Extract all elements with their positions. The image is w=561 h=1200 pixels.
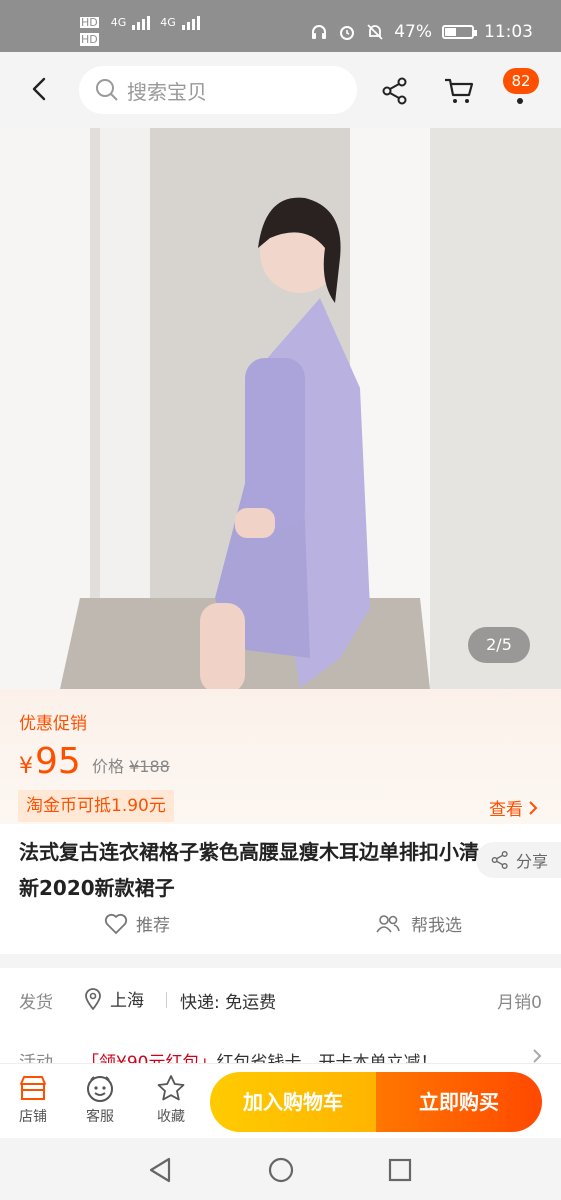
nav-home-icon[interactable]: [267, 1156, 295, 1184]
hd-indicator: HD: [80, 15, 99, 29]
chevron-right-icon: [529, 800, 538, 815]
cart-icon[interactable]: [443, 76, 475, 106]
nav-recents-icon[interactable]: [387, 1157, 413, 1183]
service-face-icon: [87, 1076, 113, 1102]
signal-icon: [132, 14, 151, 30]
heart-icon: [104, 913, 128, 934]
search-input[interactable]: 搜索宝贝: [79, 66, 357, 114]
customer-service-button[interactable]: 客服: [75, 1074, 125, 1126]
product-image[interactable]: [0, 128, 561, 689]
nav-back-icon[interactable]: [147, 1156, 173, 1184]
shipping-card: 发货 上海 快递: 免运费 月销0 活动 「领¥90元红包」红包省钱卡，开卡本单…: [0, 968, 561, 1073]
buy-now-button[interactable]: 立即购买: [376, 1072, 542, 1132]
headset-icon: [312, 25, 327, 39]
current-price: ¥95: [19, 741, 81, 782]
recommend-button[interactable]: 推荐: [104, 911, 170, 936]
store-button[interactable]: 店铺: [8, 1074, 58, 1126]
price-value: 95: [35, 741, 81, 782]
store-icon: [20, 1076, 46, 1100]
view-label: 查看: [489, 800, 523, 820]
network-type: 4G: [110, 15, 127, 29]
bottom-action-bar: 店铺 客服 收藏 加入购物车 立即购买: [0, 1063, 561, 1138]
status-bar: HD 4G 4G HD 47% 11:03: [0, 0, 561, 52]
top-bar: 搜索宝贝 82: [0, 52, 561, 128]
favorite-button[interactable]: 收藏: [146, 1074, 196, 1126]
status-indicators: HD 4G 4G HD: [80, 14, 200, 46]
search-icon: [96, 79, 118, 101]
share-button[interactable]: 分享: [476, 842, 561, 878]
search-placeholder: 搜索宝贝: [127, 79, 207, 104]
promo-section: 优惠促销 ¥95 价格 ¥188 淘金币可抵1.90元 查看: [0, 689, 561, 824]
add-to-cart-button[interactable]: 加入购物车: [210, 1072, 376, 1132]
monthly-sales: 月销0: [497, 993, 542, 1013]
star-icon: [157, 1075, 185, 1101]
product-title-card: 法式复古连衣裙格子紫色高腰显瘦木耳边单排扣小清新2020新款裙子 分享 推荐 帮…: [0, 824, 561, 954]
location-pin-icon: [85, 987, 101, 1010]
original-price-label: 价格: [92, 757, 125, 776]
share-label: 分享: [516, 852, 549, 871]
help-choose-label: 帮我选: [411, 916, 462, 936]
store-label: 店铺: [19, 1109, 47, 1125]
product-photo-illustration: [0, 128, 561, 689]
back-arrow-icon[interactable]: [26, 74, 54, 104]
network-type-2: 4G: [160, 15, 176, 29]
product-title: 法式复古连衣裙格子紫色高腰显瘦木耳边单排扣小清新2020新款裙子: [19, 840, 479, 900]
more-dot-icon: [517, 98, 523, 104]
original-price: 价格 ¥188: [92, 753, 170, 777]
signal-icon-2: [181, 14, 200, 30]
shipping-label: 发货: [19, 993, 53, 1013]
image-page-indicator: 2/5: [468, 627, 530, 663]
share-icon[interactable]: [380, 76, 410, 106]
express-fee: 快递: 免运费: [180, 993, 277, 1013]
view-promo-link[interactable]: 查看: [489, 795, 539, 820]
battery-percent: 47%: [394, 22, 432, 42]
mute-bell-icon: [367, 24, 383, 40]
help-choose-button[interactable]: 帮我选: [375, 911, 462, 936]
hd-indicator-2: HD: [80, 33, 99, 46]
status-right: 47% 11:03: [310, 22, 533, 42]
battery-fill: [445, 28, 456, 36]
system-nav-bar: [0, 1138, 561, 1200]
recommend-label: 推荐: [136, 916, 170, 936]
promo-title: 优惠促销: [19, 714, 87, 734]
divider: [166, 992, 167, 1008]
chevron-right-icon: [533, 1049, 542, 1063]
people-icon: [376, 914, 400, 932]
battery-icon: [442, 25, 477, 39]
ship-location: 上海: [84, 986, 144, 1011]
favorite-label: 收藏: [157, 1109, 185, 1125]
cart-count-badge: 82: [503, 68, 539, 94]
original-price-value: ¥188: [129, 757, 170, 776]
service-label: 客服: [86, 1109, 114, 1125]
share-icon: [491, 851, 508, 869]
alarm-icon: [340, 26, 355, 40]
clock: 11:03: [484, 22, 533, 42]
coin-discount-tag: 淘金币可抵1.90元: [18, 790, 174, 822]
currency-symbol: ¥: [19, 754, 33, 779]
ship-location-text: 上海: [110, 991, 144, 1011]
